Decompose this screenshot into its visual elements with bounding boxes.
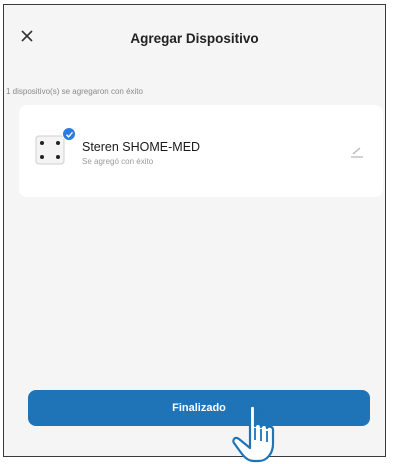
page-title: Agregar Dispositivo <box>130 31 259 46</box>
finish-button[interactable]: Finalizado <box>28 390 370 426</box>
device-status: Se agregó con éxito <box>82 157 154 166</box>
hand-pointer-icon <box>232 400 275 463</box>
check-icon <box>65 131 73 138</box>
edit-icon <box>351 147 363 158</box>
top-bar: Agregar Dispositivo <box>4 5 385 65</box>
app-screen: Agregar Dispositivo 1 dispositivo(s) se … <box>3 4 386 457</box>
device-name: Steren SHOME-MED <box>82 140 201 154</box>
device-card: Steren SHOME-MED Se agregó con éxito <box>19 105 383 197</box>
device-icon <box>35 135 65 165</box>
success-badge <box>62 127 76 141</box>
success-message: 1 dispositivo(s) se agregaron con éxito <box>6 87 143 96</box>
edit-button[interactable] <box>350 145 364 158</box>
